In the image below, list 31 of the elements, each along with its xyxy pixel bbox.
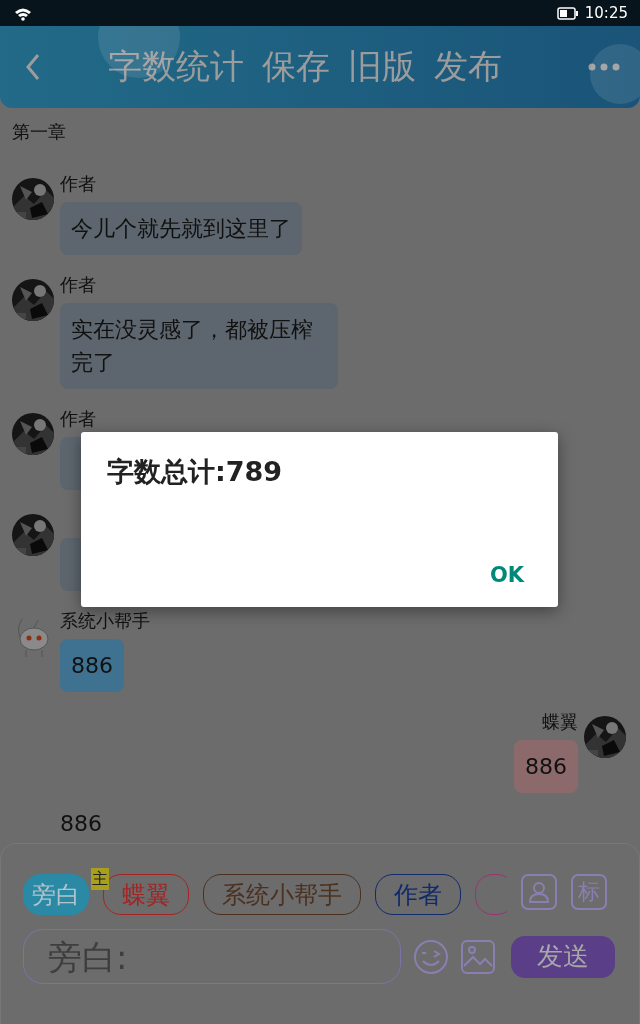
chapter-title: 第一章 <box>12 120 67 144</box>
image-icon[interactable] <box>461 939 495 974</box>
tag-button[interactable]: 标 <box>571 873 607 910</box>
toolbar-action[interactable]: 旧版 <box>348 44 416 90</box>
message-bubble: 886 <box>514 740 578 793</box>
sender-name: 系统小帮手 <box>60 609 150 633</box>
person-button[interactable] <box>521 873 557 910</box>
sender-name: 作者 <box>60 273 96 297</box>
message-bubble: 今儿个就先就到这里了 <box>60 202 302 255</box>
toolbar-action[interactable]: 发布 <box>434 44 502 90</box>
sender-name: 作者 <box>60 172 96 196</box>
role-chip[interactable]: 旁白 <box>23 874 89 915</box>
toolbar-action[interactable]: 字数统计 <box>108 44 244 90</box>
message-bubble: 886 <box>60 639 124 692</box>
message-bubble: 实在没灵感了，都被压榨完了 <box>60 303 338 389</box>
sender-name: 作者 <box>60 407 96 431</box>
main-role-badge: 主 <box>91 868 109 890</box>
clock-time: 10:25 <box>584 4 628 22</box>
battery-icon <box>556 6 579 20</box>
back-icon[interactable] <box>24 52 42 82</box>
ok-button[interactable]: OK <box>485 559 528 591</box>
more-icon[interactable] <box>588 63 620 71</box>
send-button[interactable]: 发送 <box>511 935 615 978</box>
narration-text: 886 <box>60 811 103 836</box>
dialog-message: 字数总计:789 <box>107 455 284 489</box>
role-chip[interactable]: 作者 <box>375 874 461 915</box>
sender-name: 蝶翼 <box>542 710 578 734</box>
person-icon <box>528 879 550 904</box>
emoji-icon[interactable] <box>413 938 449 975</box>
toolbar-action[interactable]: 保存 <box>262 44 330 90</box>
role-chip[interactable]: 系统小帮手 <box>203 874 361 915</box>
